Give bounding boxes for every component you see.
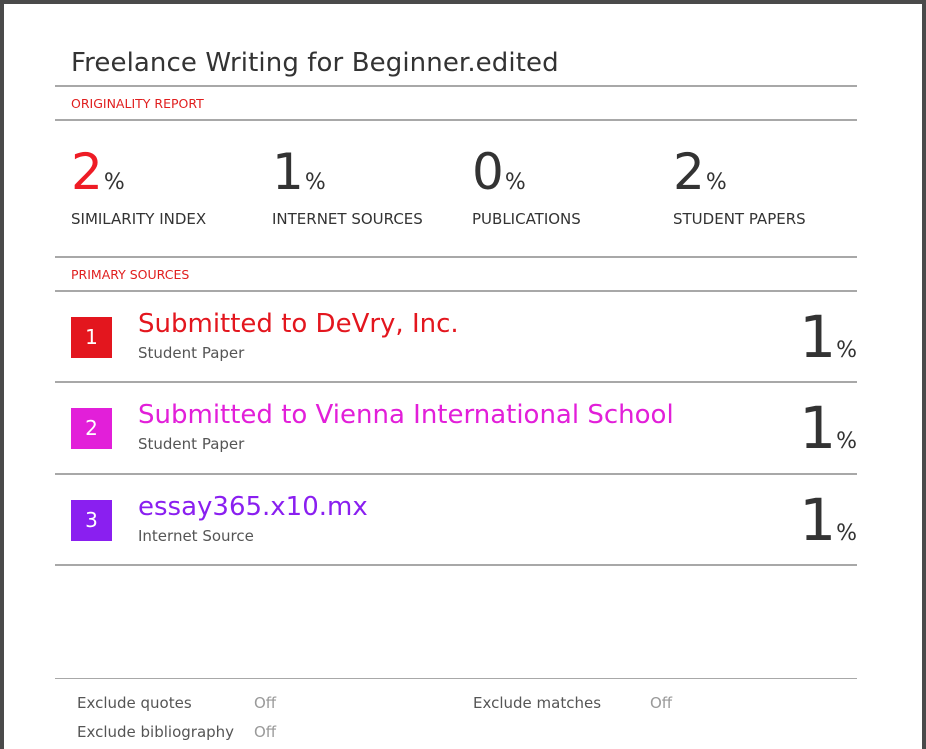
- source-type: Internet Source: [138, 527, 254, 545]
- window-frame-top: [0, 0, 926, 4]
- source-rank-badge: 3: [71, 500, 112, 541]
- source-rank-badge: 2: [71, 408, 112, 449]
- source-row-2[interactable]: 2 Submitted to Vienna International Scho…: [55, 382, 857, 474]
- stat-label: STUDENT PAPERS: [673, 210, 806, 228]
- stat-label: INTERNET SOURCES: [272, 210, 423, 228]
- source-match-unit: %: [836, 429, 857, 454]
- primary-sources-heading: PRIMARY SOURCES: [71, 267, 190, 282]
- source-name-link[interactable]: essay365.x10.mx: [138, 492, 368, 522]
- source-match-value: 1: [799, 303, 837, 371]
- exclude-matches-label: Exclude matches: [473, 694, 602, 712]
- stat-label: SIMILARITY INDEX: [71, 210, 207, 228]
- stat-student-papers: 2% STUDENT PAPERS: [673, 142, 806, 228]
- stat-unit: %: [103, 170, 125, 195]
- source-match-value: 1: [799, 394, 837, 462]
- source-name-link[interactable]: Submitted to DeVry, Inc.: [138, 309, 459, 339]
- stat-unit: %: [504, 170, 526, 195]
- stat-publications: 0% PUBLICATIONS: [472, 142, 581, 228]
- exclude-matches-value: Off: [650, 694, 673, 712]
- stat-value: 1: [272, 143, 304, 201]
- stat-unit: %: [705, 170, 727, 195]
- originality-report-heading: ORIGINALITY REPORT: [71, 96, 204, 111]
- exclude-quotes-value: Off: [254, 694, 277, 712]
- source-row-1[interactable]: 1 Submitted to DeVry, Inc. Student Paper…: [55, 291, 857, 383]
- source-match-percent: 1%: [799, 398, 857, 458]
- document-title: Freelance Writing for Beginner.edited: [71, 48, 559, 78]
- stat-internet-sources: 1% INTERNET SOURCES: [272, 142, 423, 228]
- source-match-percent: 1%: [799, 307, 857, 367]
- stat-similarity-index: 2% SIMILARITY INDEX: [71, 142, 206, 228]
- source-match-unit: %: [836, 338, 857, 363]
- stat-value: 2: [673, 143, 705, 201]
- exclude-bibliography-label: Exclude bibliography: [77, 723, 235, 741]
- stat-value: 0: [472, 143, 504, 201]
- exclude-bibliography-value: Off: [254, 723, 277, 741]
- footer-divider: [55, 678, 857, 679]
- source-name-link[interactable]: Submitted to Vienna International School: [138, 400, 674, 430]
- source-match-percent: 1%: [799, 490, 857, 550]
- source-type: Student Paper: [138, 435, 245, 453]
- stat-value: 2: [71, 143, 103, 201]
- divider: [55, 119, 857, 121]
- source-match-unit: %: [836, 521, 857, 546]
- exclude-quotes-label: Exclude quotes: [77, 694, 192, 712]
- window-frame-left: [0, 0, 4, 749]
- stat-label: PUBLICATIONS: [472, 210, 581, 228]
- source-match-value: 1: [799, 486, 837, 554]
- window-frame-right: [922, 0, 926, 749]
- source-row-3[interactable]: 3 essay365.x10.mx Internet Source 1%: [55, 474, 857, 566]
- divider: [55, 564, 857, 566]
- stat-unit: %: [304, 170, 326, 195]
- source-rank-badge: 1: [71, 317, 112, 358]
- divider: [55, 256, 857, 258]
- source-type: Student Paper: [138, 344, 245, 362]
- divider: [55, 85, 857, 87]
